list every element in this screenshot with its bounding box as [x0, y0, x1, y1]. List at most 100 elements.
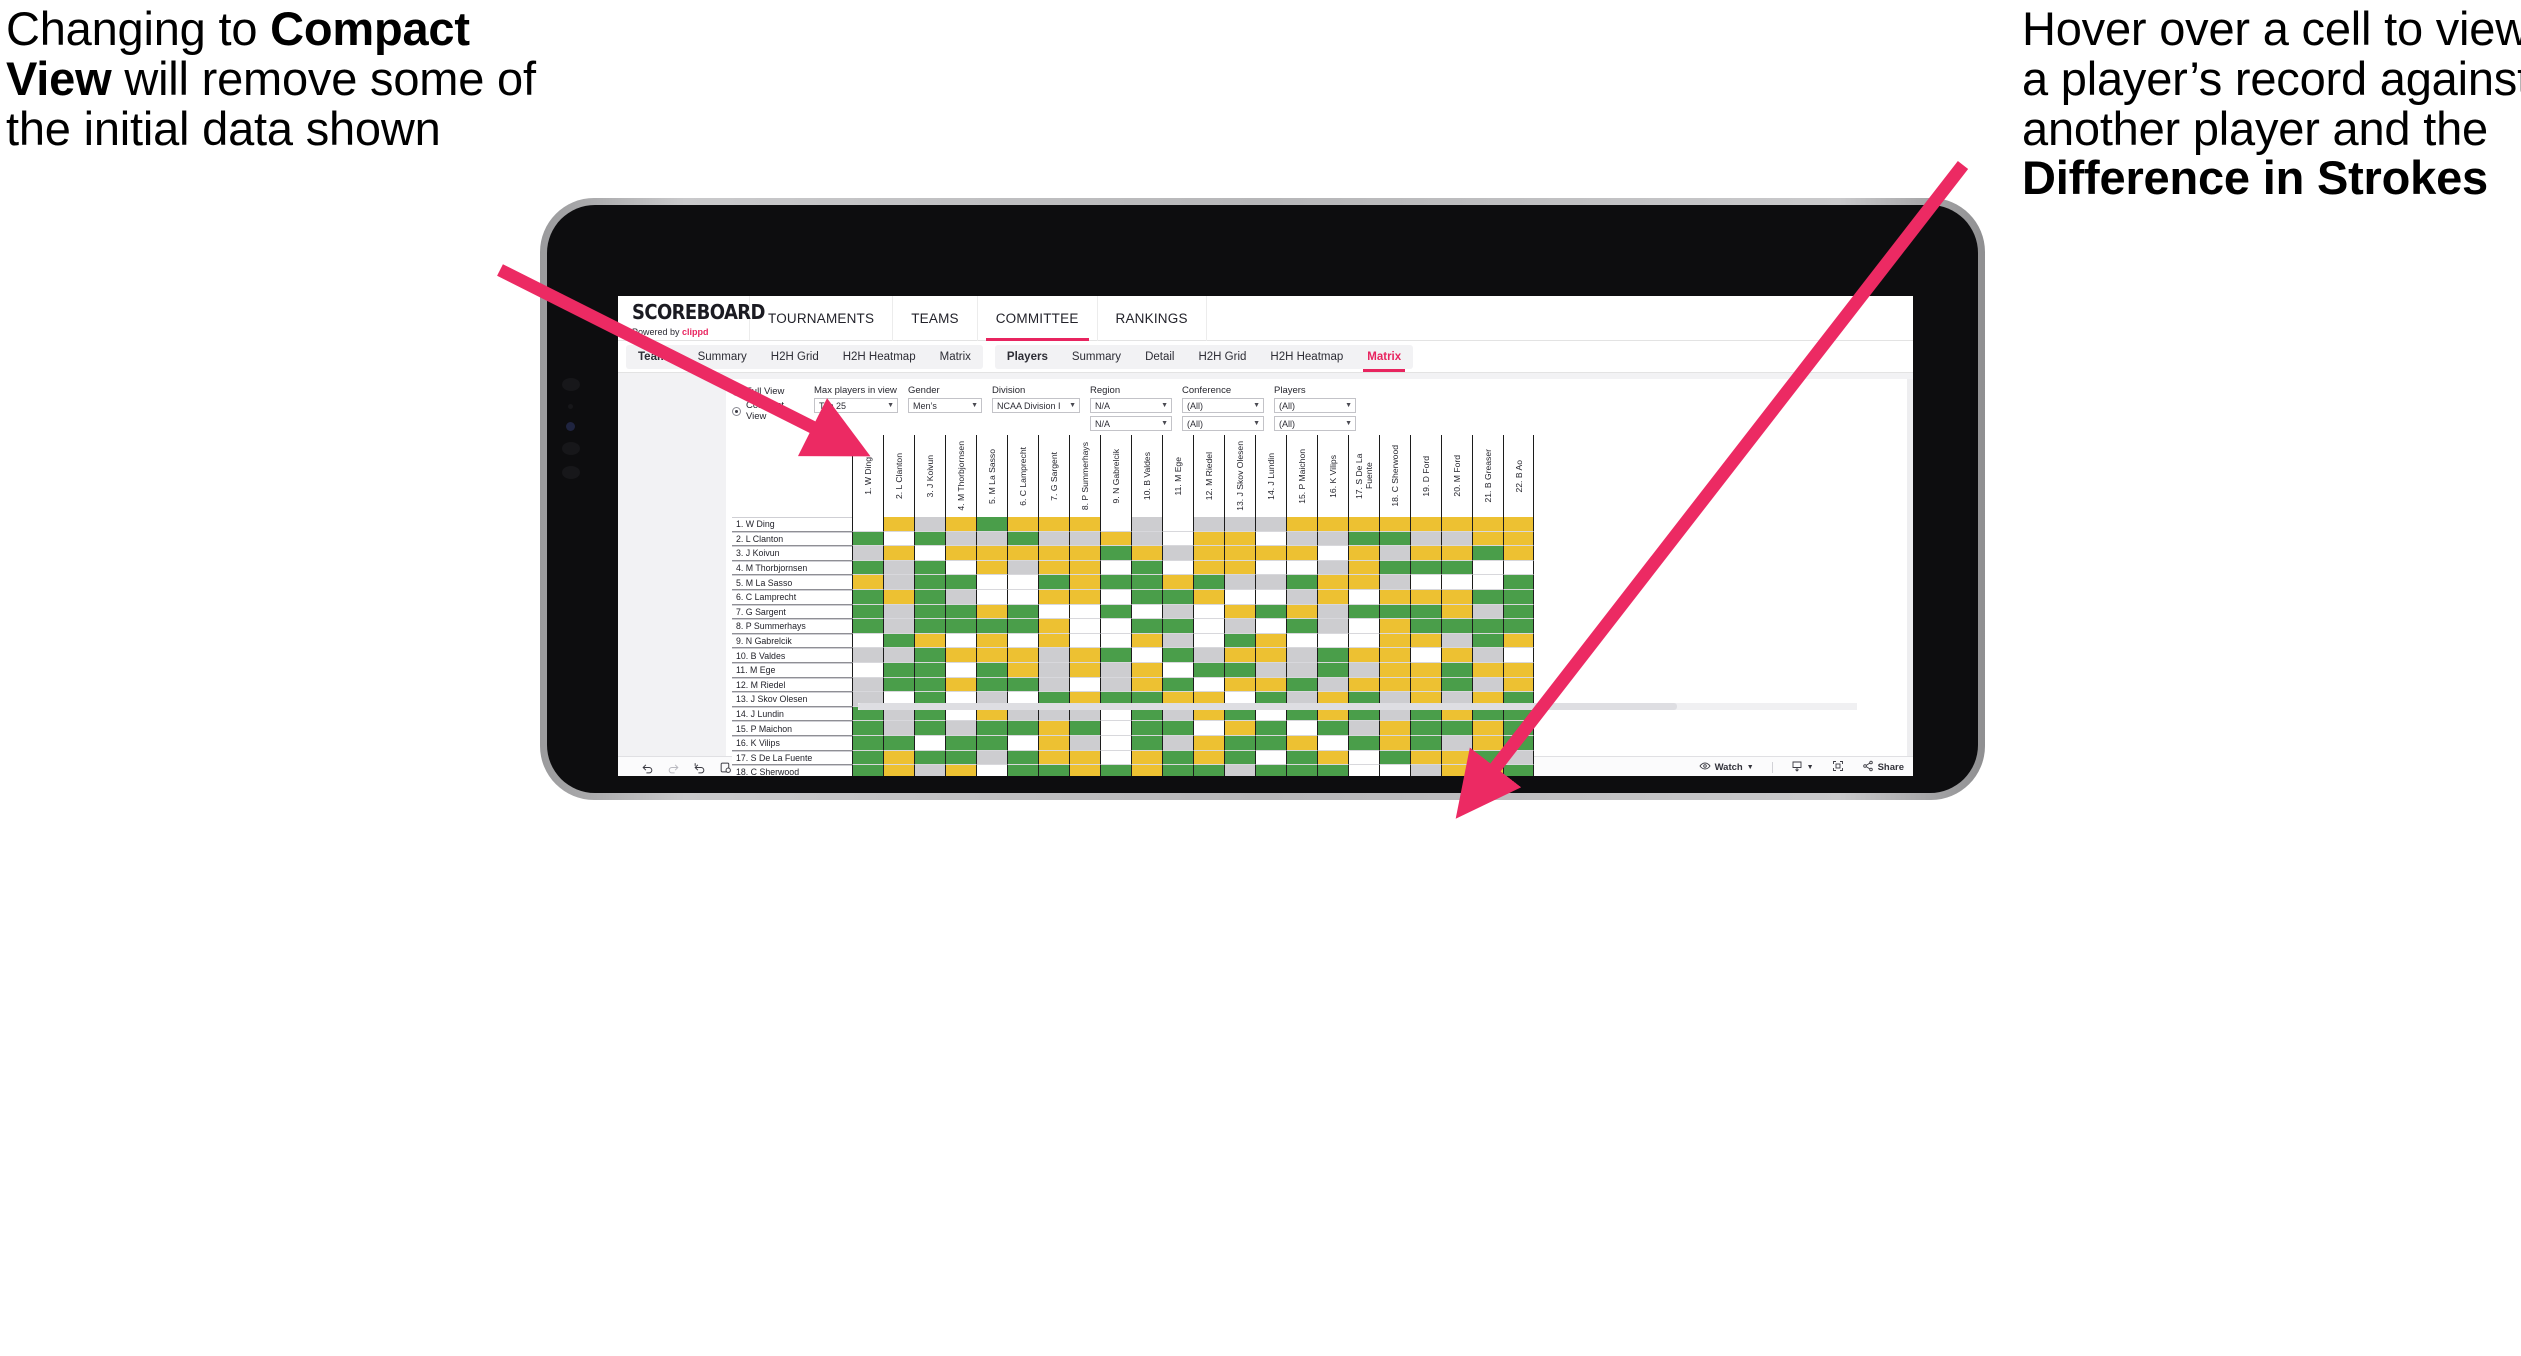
matrix-cell[interactable]: [945, 589, 976, 605]
matrix-cell[interactable]: [1069, 517, 1100, 532]
matrix-cell[interactable]: [1162, 765, 1193, 776]
matrix-cell[interactable]: [1193, 721, 1224, 736]
matrix-cell[interactable]: [1100, 604, 1131, 620]
matrix-cell[interactable]: [1100, 633, 1131, 649]
matrix-cell[interactable]: [1317, 531, 1348, 547]
matrix-cell[interactable]: [1503, 619, 1534, 634]
matrix-cell[interactable]: [1224, 604, 1255, 620]
matrix-cell[interactable]: [1317, 604, 1348, 620]
matrix-cell[interactable]: [1286, 677, 1317, 693]
matrix-cell[interactable]: [1348, 750, 1379, 766]
select-conference-2[interactable]: (All) ▼: [1182, 416, 1264, 431]
matrix-cell[interactable]: [1100, 589, 1131, 605]
matrix-cell[interactable]: [1100, 517, 1131, 532]
matrix-cell[interactable]: [1038, 677, 1069, 693]
matrix-cell[interactable]: [1503, 589, 1534, 605]
matrix-cell[interactable]: [1224, 677, 1255, 693]
top-nav-rankings[interactable]: RANKINGS: [1098, 296, 1207, 341]
matrix-cell[interactable]: [1503, 531, 1534, 547]
matrix-cell[interactable]: [1007, 619, 1038, 634]
sub-nav-players-h2h-grid[interactable]: H2H Grid: [1186, 345, 1258, 369]
matrix-cell[interactable]: [1503, 750, 1534, 766]
matrix-cell[interactable]: [1131, 560, 1162, 576]
matrix-cell[interactable]: [1410, 531, 1441, 547]
matrix-cell[interactable]: [1348, 662, 1379, 678]
undo-icon[interactable]: [634, 757, 660, 777]
sub-nav-players-detail[interactable]: Detail: [1133, 345, 1186, 369]
matrix-cell[interactable]: [976, 721, 1007, 736]
matrix-cell[interactable]: [1410, 619, 1441, 634]
brand-logo[interactable]: SCOREBOARD Powered by clippd: [618, 296, 766, 340]
matrix-cell[interactable]: [1131, 721, 1162, 736]
matrix-cell[interactable]: [914, 662, 945, 678]
matrix-cell[interactable]: [1038, 648, 1069, 663]
matrix-cell[interactable]: [883, 575, 914, 590]
matrix-cell[interactable]: [1131, 648, 1162, 663]
matrix-cell[interactable]: [1410, 560, 1441, 576]
matrix-cell[interactable]: [1131, 589, 1162, 605]
matrix-cell[interactable]: [1286, 765, 1317, 776]
matrix-cell[interactable]: [1348, 517, 1379, 532]
matrix-cell[interactable]: [1255, 604, 1286, 620]
matrix-cell[interactable]: [1007, 662, 1038, 678]
matrix-cell[interactable]: [852, 546, 883, 561]
matrix-cell[interactable]: [883, 648, 914, 663]
matrix-cell[interactable]: [945, 765, 976, 776]
matrix-cell[interactable]: [883, 531, 914, 547]
sub-nav-teams-matrix[interactable]: Matrix: [928, 345, 983, 369]
matrix-cell[interactable]: [1224, 619, 1255, 634]
select-region-2[interactable]: N/A ▼: [1090, 416, 1172, 431]
matrix-cell[interactable]: [1131, 619, 1162, 634]
matrix-cell[interactable]: [914, 531, 945, 547]
matrix-cell[interactable]: [1007, 546, 1038, 561]
matrix-cell[interactable]: [1007, 517, 1038, 532]
matrix-cell[interactable]: [1441, 648, 1472, 663]
matrix-cell[interactable]: [1255, 677, 1286, 693]
matrix-cell[interactable]: [1007, 633, 1038, 649]
matrix-cell[interactable]: [883, 662, 914, 678]
matrix-cell[interactable]: [1379, 721, 1410, 736]
matrix-cell[interactable]: [1286, 721, 1317, 736]
matrix-cell[interactable]: [1193, 662, 1224, 678]
matrix-cell[interactable]: [976, 633, 1007, 649]
matrix-cell[interactable]: [1100, 560, 1131, 576]
matrix-cell[interactable]: [1193, 750, 1224, 766]
matrix-cell[interactable]: [852, 589, 883, 605]
matrix-cell[interactable]: [1193, 589, 1224, 605]
matrix-cell[interactable]: [1193, 575, 1224, 590]
matrix-cell[interactable]: [883, 735, 914, 751]
matrix-cell[interactable]: [976, 750, 1007, 766]
matrix-cell[interactable]: [1317, 750, 1348, 766]
matrix-cell[interactable]: [1379, 619, 1410, 634]
matrix-cell[interactable]: [852, 575, 883, 590]
matrix-cell[interactable]: [914, 546, 945, 561]
matrix-cell[interactable]: [1007, 750, 1038, 766]
matrix-cell[interactable]: [1224, 633, 1255, 649]
matrix-cell[interactable]: [1441, 633, 1472, 649]
select-gender[interactable]: Men’s ▼: [908, 398, 982, 413]
matrix-cell[interactable]: [1410, 662, 1441, 678]
top-nav-teams[interactable]: TEAMS: [893, 296, 978, 341]
matrix-cell[interactable]: [1441, 589, 1472, 605]
matrix-cell[interactable]: [1472, 721, 1503, 736]
matrix-cell[interactable]: [1317, 735, 1348, 751]
matrix-cell[interactable]: [1379, 589, 1410, 605]
matrix-cell[interactable]: [1131, 604, 1162, 620]
matrix-cell[interactable]: [1255, 633, 1286, 649]
matrix-cell[interactable]: [1100, 765, 1131, 776]
horizontal-scrollbar-thumb[interactable]: [858, 703, 1678, 710]
matrix-cell[interactable]: [976, 677, 1007, 693]
radio-full-view[interactable]: Full View: [732, 386, 804, 397]
matrix-cell[interactable]: [945, 575, 976, 590]
matrix-cell[interactable]: [1224, 735, 1255, 751]
matrix-cell[interactable]: [1410, 589, 1441, 605]
matrix-cell[interactable]: [1348, 604, 1379, 620]
redo-icon[interactable]: [660, 757, 686, 777]
matrix-cell[interactable]: [852, 721, 883, 736]
sub-nav-players-matrix[interactable]: Matrix: [1355, 345, 1413, 372]
matrix-cell[interactable]: [1038, 575, 1069, 590]
matrix-cell[interactable]: [1317, 619, 1348, 634]
matrix-cell[interactable]: [1100, 531, 1131, 547]
sub-nav-teams-summary[interactable]: Summary: [686, 345, 759, 369]
matrix-cell[interactable]: [852, 765, 883, 776]
